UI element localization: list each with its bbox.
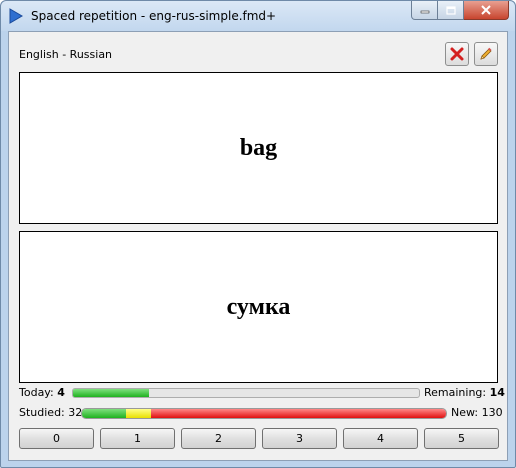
window-title: Spaced repetition - eng-rus-simple.fmd+	[31, 9, 277, 23]
remaining-stat: Remaining: 14	[424, 386, 505, 399]
deck-name-label: English - Russian	[19, 48, 113, 61]
pencil-icon	[480, 47, 492, 60]
today-progress-fill	[73, 389, 150, 397]
grade-2-button[interactable]: 2	[181, 428, 256, 449]
grade-1-button[interactable]: 1	[100, 428, 175, 449]
minimize-button[interactable]	[411, 1, 438, 20]
app-window: Spaced repetition - eng-rus-simple.fmd+	[0, 0, 516, 468]
main-panel: English - Russian bag сумка Today: 4 Rem…	[8, 31, 508, 461]
today-value: 4	[57, 386, 65, 399]
delete-card-button[interactable]	[445, 42, 469, 66]
delete-x-icon	[450, 47, 464, 61]
grade-3-button[interactable]: 3	[262, 428, 337, 449]
close-icon	[481, 5, 491, 15]
studied-progress-red	[151, 409, 446, 418]
card-front-text: bag	[239, 134, 278, 161]
card-back-text: сумка	[226, 293, 291, 320]
card-front-panel[interactable]: bag	[19, 72, 498, 224]
studied-progress-bar	[81, 408, 447, 419]
grade-0-button[interactable]: 0	[19, 428, 94, 449]
today-label: Today:	[19, 386, 54, 399]
remaining-label: Remaining:	[424, 386, 487, 399]
studied-progress-green	[82, 409, 126, 418]
remaining-value: 14	[489, 386, 505, 399]
grade-5-button[interactable]: 5	[424, 428, 499, 449]
play-triangle-icon	[9, 8, 23, 24]
title-bar[interactable]: Spaced repetition - eng-rus-simple.fmd+	[1, 1, 515, 31]
studied-progress-yellow	[125, 409, 152, 418]
minimize-icon	[420, 10, 429, 14]
today-progress-bar	[72, 388, 420, 398]
maximize-button[interactable]	[438, 1, 464, 20]
studied-label: Studied: 32	[19, 406, 83, 419]
card-back-panel[interactable]: сумка	[19, 231, 498, 383]
grade-4-button[interactable]: 4	[343, 428, 418, 449]
maximize-icon	[445, 5, 456, 15]
edit-card-button[interactable]	[474, 42, 498, 66]
close-button[interactable]	[464, 1, 509, 20]
today-stat: Today: 4	[19, 386, 65, 399]
new-label: New: 130	[451, 406, 503, 419]
grade-buttons-row: 0 1 2 3 4 5	[19, 428, 499, 449]
caption-buttons	[411, 1, 509, 21]
